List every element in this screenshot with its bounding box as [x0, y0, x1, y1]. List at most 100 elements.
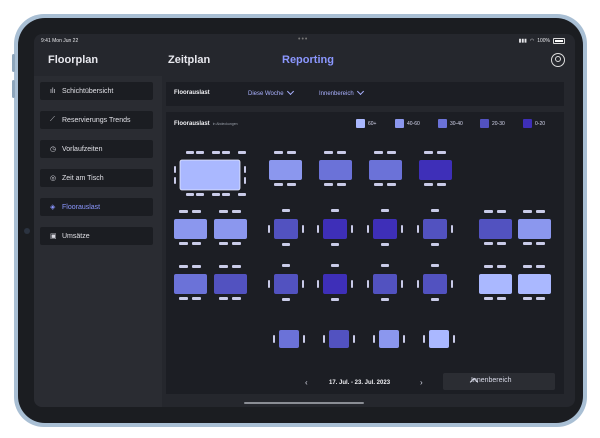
table-top — [174, 219, 207, 239]
seat — [353, 335, 355, 343]
table-15[interactable] — [214, 265, 247, 300]
sidebar-item-label: Reservierungs Trends — [62, 116, 131, 124]
user-circle-icon[interactable] — [551, 53, 565, 67]
seat — [374, 151, 383, 154]
seat — [268, 280, 270, 288]
table-9[interactable] — [317, 209, 353, 246]
table-16[interactable] — [268, 264, 304, 301]
table-20[interactable] — [479, 265, 512, 300]
prev-week-button[interactable]: ‹ — [305, 378, 308, 387]
seat — [302, 225, 304, 233]
top-navigation: Floorplan Zeitplan Reporting — [34, 48, 575, 76]
sidebar-item-zeit-am-tisch[interactable]: ◎ Zeit am Tisch — [40, 169, 153, 187]
seat — [186, 193, 194, 196]
nav-reporting[interactable]: Reporting — [282, 54, 334, 66]
period-value: Diese Woche — [248, 91, 284, 97]
status-right: ▮▮▮ ◠ 100% — [519, 38, 565, 44]
table-top — [279, 330, 299, 348]
table-25[interactable] — [423, 330, 455, 348]
table-top — [373, 219, 397, 239]
seat — [174, 166, 176, 173]
seat — [192, 242, 201, 245]
table-top — [423, 274, 447, 294]
period-dropdown[interactable]: Diese Woche — [248, 87, 294, 97]
seat — [282, 243, 290, 246]
seat — [424, 183, 433, 186]
seat — [186, 151, 194, 154]
table-2[interactable] — [269, 151, 302, 186]
table-21[interactable] — [518, 265, 551, 300]
table-22[interactable] — [273, 330, 305, 348]
sidebar-item-label: Schichtübersicht — [62, 87, 114, 95]
seat — [287, 183, 296, 186]
seat — [381, 209, 389, 212]
date-range: 17. Jul. - 23. Jul. 2023 — [329, 380, 391, 386]
seat — [219, 242, 228, 245]
seat — [523, 210, 532, 213]
seat — [523, 297, 532, 300]
seat — [523, 242, 532, 245]
table-23[interactable] — [323, 330, 355, 348]
seat — [536, 242, 545, 245]
sidebar-item-label: Umsätze — [62, 232, 90, 240]
home-indicator — [244, 402, 364, 404]
table-10[interactable] — [367, 209, 403, 246]
area-dropdown[interactable]: Innenbereich — [319, 87, 364, 97]
seat — [174, 177, 176, 184]
seat — [497, 265, 506, 268]
multitask-dots[interactable]: ••• — [298, 36, 308, 43]
seat — [351, 225, 353, 233]
main-content: Floorauslast Diese Woche Innenbereich Fl… — [166, 82, 564, 394]
seat — [423, 335, 425, 343]
seat — [437, 183, 446, 186]
seat — [523, 265, 532, 268]
trend-chart-icon: ⟋ — [50, 116, 55, 123]
table-18[interactable] — [367, 264, 403, 301]
seat — [268, 225, 270, 233]
table-13[interactable] — [518, 210, 551, 245]
seat — [387, 151, 396, 154]
table-7[interactable] — [214, 210, 247, 245]
table-12[interactable] — [479, 210, 512, 245]
date-navigation: ‹ 17. Jul. - 23. Jul. 2023 › Innenbereic… — [166, 372, 564, 394]
table-1[interactable] — [174, 151, 246, 196]
seat — [381, 264, 389, 267]
seat — [303, 335, 305, 343]
table-19[interactable] — [417, 264, 453, 301]
seat — [179, 265, 188, 268]
screen: 9:41 Mon Jun 22 ••• ▮▮▮ ◠ 100% Floorplan… — [34, 34, 575, 407]
table-top — [274, 274, 298, 294]
side-button — [12, 54, 15, 72]
seat — [497, 210, 506, 213]
table-8[interactable] — [268, 209, 304, 246]
table-top — [323, 219, 347, 239]
table-4[interactable] — [369, 151, 402, 186]
sidebar-item-umsaetze[interactable]: ▣ Umsätze — [40, 227, 153, 245]
table-6[interactable] — [174, 210, 207, 245]
seat — [381, 298, 389, 301]
table-5[interactable] — [419, 151, 452, 186]
table-14[interactable] — [174, 265, 207, 300]
sidebar-item-schichtuebersicht[interactable]: ılı Schichtübersicht — [40, 82, 153, 100]
sidebar-item-vorlaufzeiten[interactable]: ◷ Vorlaufzeiten — [40, 140, 153, 158]
table-17[interactable] — [317, 264, 353, 301]
area-select-button[interactable]: Innenbereich — [443, 373, 555, 390]
seat — [536, 265, 545, 268]
seat — [238, 151, 246, 154]
seat — [497, 242, 506, 245]
sidebar-item-floorauslast[interactable]: ◈ Floorauslast — [40, 198, 153, 216]
table-top — [329, 330, 349, 348]
nav-zeitplan[interactable]: Zeitplan — [168, 54, 210, 66]
sidebar-item-reservierungs-trends[interactable]: ⟋ Reservierungs Trends — [40, 111, 153, 129]
table-11[interactable] — [417, 209, 453, 246]
layers-icon: ◈ — [50, 204, 56, 211]
area-value: Innenbereich — [319, 91, 354, 97]
next-week-button[interactable]: › — [420, 378, 423, 387]
table-3[interactable] — [319, 151, 352, 186]
seat — [244, 177, 246, 184]
nav-floorplan[interactable]: Floorplan — [48, 54, 98, 66]
table-top — [274, 219, 298, 239]
seat — [274, 183, 283, 186]
chevron-down-icon — [286, 87, 294, 96]
table-24[interactable] — [373, 330, 405, 348]
